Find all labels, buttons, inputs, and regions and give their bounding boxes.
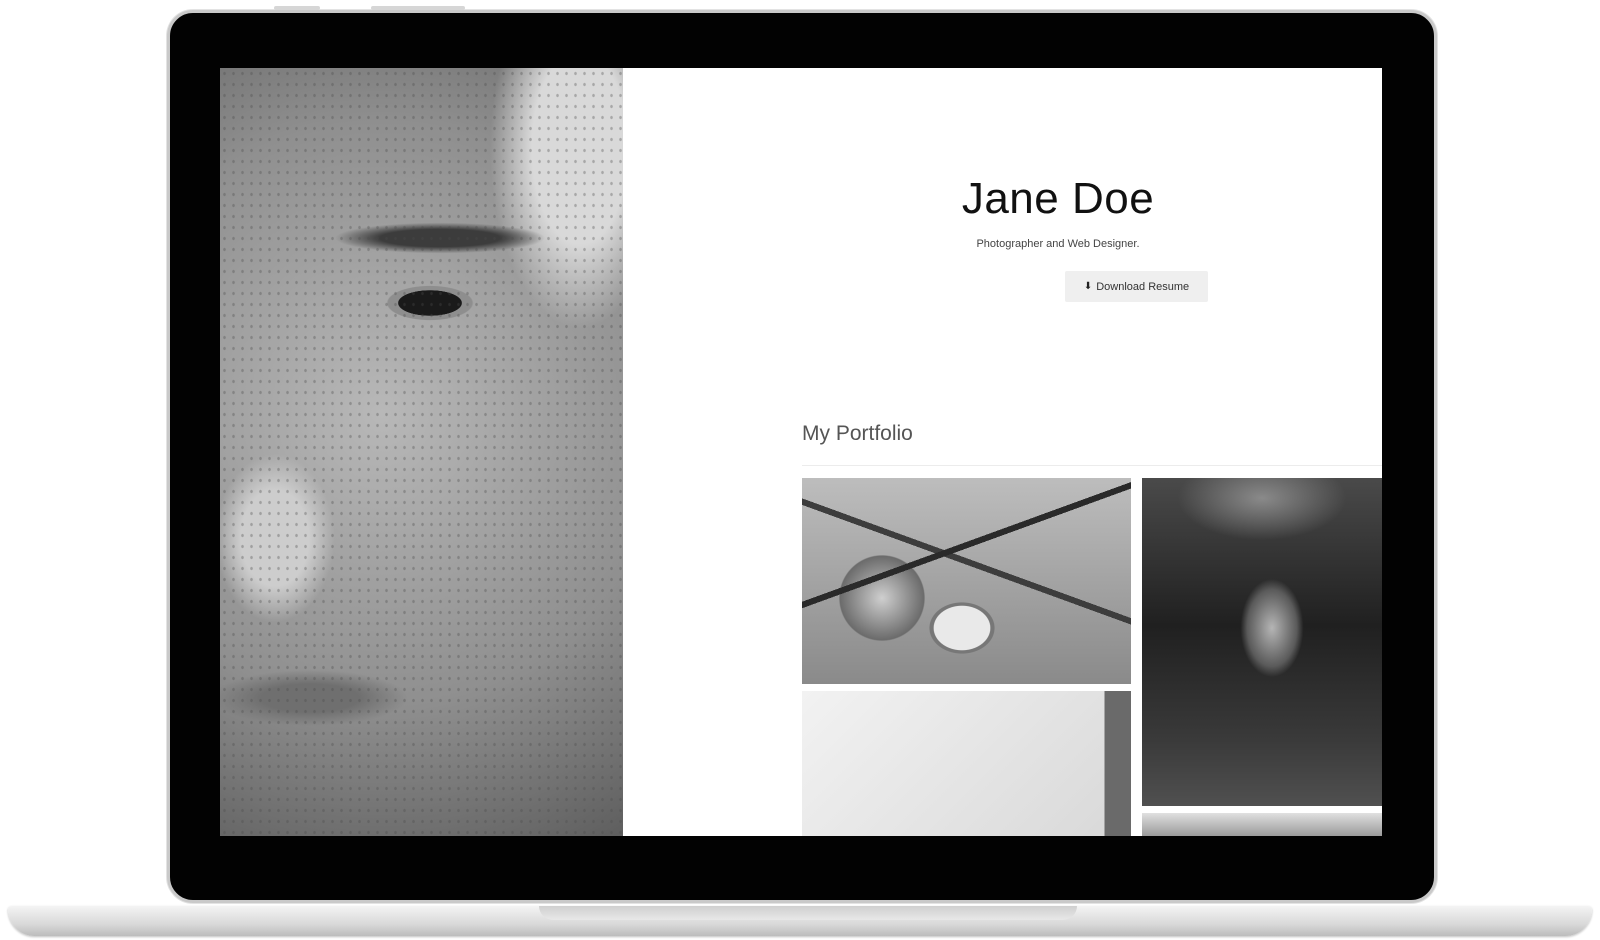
- download-resume-label: Download Resume: [1096, 280, 1190, 293]
- portfolio-tile-swimmer[interactable]: [1142, 478, 1382, 806]
- laptop-base: [8, 906, 1592, 936]
- tagline: Photographer and Web Designer.: [976, 238, 1140, 250]
- page-title: Jane Doe: [961, 174, 1155, 223]
- portfolio-tile-next[interactable]: [1142, 813, 1382, 836]
- download-icon: ⬇: [1083, 281, 1093, 292]
- laptop-hinge-tab: [371, 6, 465, 10]
- divider: [802, 465, 1382, 466]
- portfolio-tile-light[interactable]: [802, 691, 1131, 836]
- download-resume-button[interactable]: ⬇ Download Resume: [1065, 271, 1208, 302]
- laptop-hinge-tab: [274, 6, 320, 10]
- portfolio-heading: My Portfolio: [802, 422, 913, 445]
- portfolio-tile-couple[interactable]: [802, 478, 1131, 684]
- hero-portrait-image: [220, 68, 623, 836]
- laptop-opening-notch: [539, 906, 1077, 920]
- laptop-screen: Jane Doe Photographer and Web Designer. …: [220, 68, 1382, 836]
